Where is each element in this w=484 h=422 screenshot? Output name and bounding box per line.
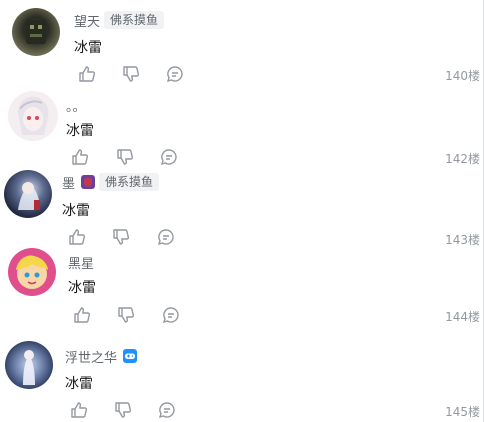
avatar[interactable] (8, 248, 56, 296)
username[interactable]: 黑星 (68, 253, 94, 272)
username[interactable]: 浮世之华 (65, 347, 117, 366)
floor-number: 142楼 (445, 152, 480, 166)
comment-text: 冰雷 (74, 40, 102, 56)
user-info: 墨 佛系摸鱼 (62, 173, 160, 192)
comment-text: 冰雷 (66, 123, 94, 139)
fan-badge: 佛系摸鱼 (104, 11, 165, 29)
avatar[interactable] (5, 341, 53, 389)
thumbs-down-icon[interactable] (112, 228, 130, 246)
thumbs-up-icon[interactable] (68, 228, 86, 246)
comment-text: 冰雷 (68, 280, 96, 296)
username[interactable]: 。。 (66, 96, 86, 115)
comment-item: 墨 佛系摸鱼 冰雷 143楼 (0, 170, 484, 247)
username[interactable]: 墨 (62, 173, 75, 192)
user-info: 黑星 (68, 253, 94, 272)
thumbs-down-icon[interactable] (116, 148, 134, 166)
thumbs-up-icon[interactable] (71, 148, 89, 166)
floor-number: 140楼 (445, 69, 480, 83)
reply-bubble-icon[interactable] (160, 148, 178, 166)
avatar[interactable] (12, 8, 60, 56)
thumbs-down-icon[interactable] (117, 306, 135, 324)
reply-bubble-icon[interactable] (166, 65, 184, 83)
user-info: 。。 (66, 96, 86, 115)
comment-item: 浮世之华 冰雷 145楼 (0, 332, 484, 422)
user-info: 望天 佛系摸鱼 (74, 11, 165, 30)
thumbs-down-icon[interactable] (122, 65, 140, 83)
thumbs-up-icon[interactable] (70, 401, 88, 419)
comment-text: 冰雷 (65, 376, 93, 392)
reply-bubble-icon[interactable] (158, 401, 176, 419)
username[interactable]: 望天 (74, 11, 100, 30)
user-info: 浮世之华 (65, 347, 138, 366)
reply-bubble-icon[interactable] (162, 306, 180, 324)
medal-icon (81, 175, 96, 189)
comment-text: 冰雷 (62, 203, 90, 219)
comment-item: 。。 冰雷 142楼 (0, 84, 484, 170)
floor-number: 145楼 (445, 405, 480, 419)
avatar[interactable] (4, 170, 52, 218)
thumbs-up-icon[interactable] (78, 65, 96, 83)
fan-badge: 佛系摸鱼 (99, 173, 160, 191)
avatar[interactable] (8, 91, 58, 141)
gamepad-icon (123, 349, 138, 363)
thumbs-down-icon[interactable] (114, 401, 132, 419)
thumbs-up-icon[interactable] (73, 306, 91, 324)
floor-number: 144楼 (445, 310, 480, 324)
comment-item: 望天 佛系摸鱼 冰雷 140楼 (0, 0, 484, 84)
comment-item: 黑星 冰雷 144楼 (0, 246, 484, 332)
reply-bubble-icon[interactable] (157, 228, 175, 246)
